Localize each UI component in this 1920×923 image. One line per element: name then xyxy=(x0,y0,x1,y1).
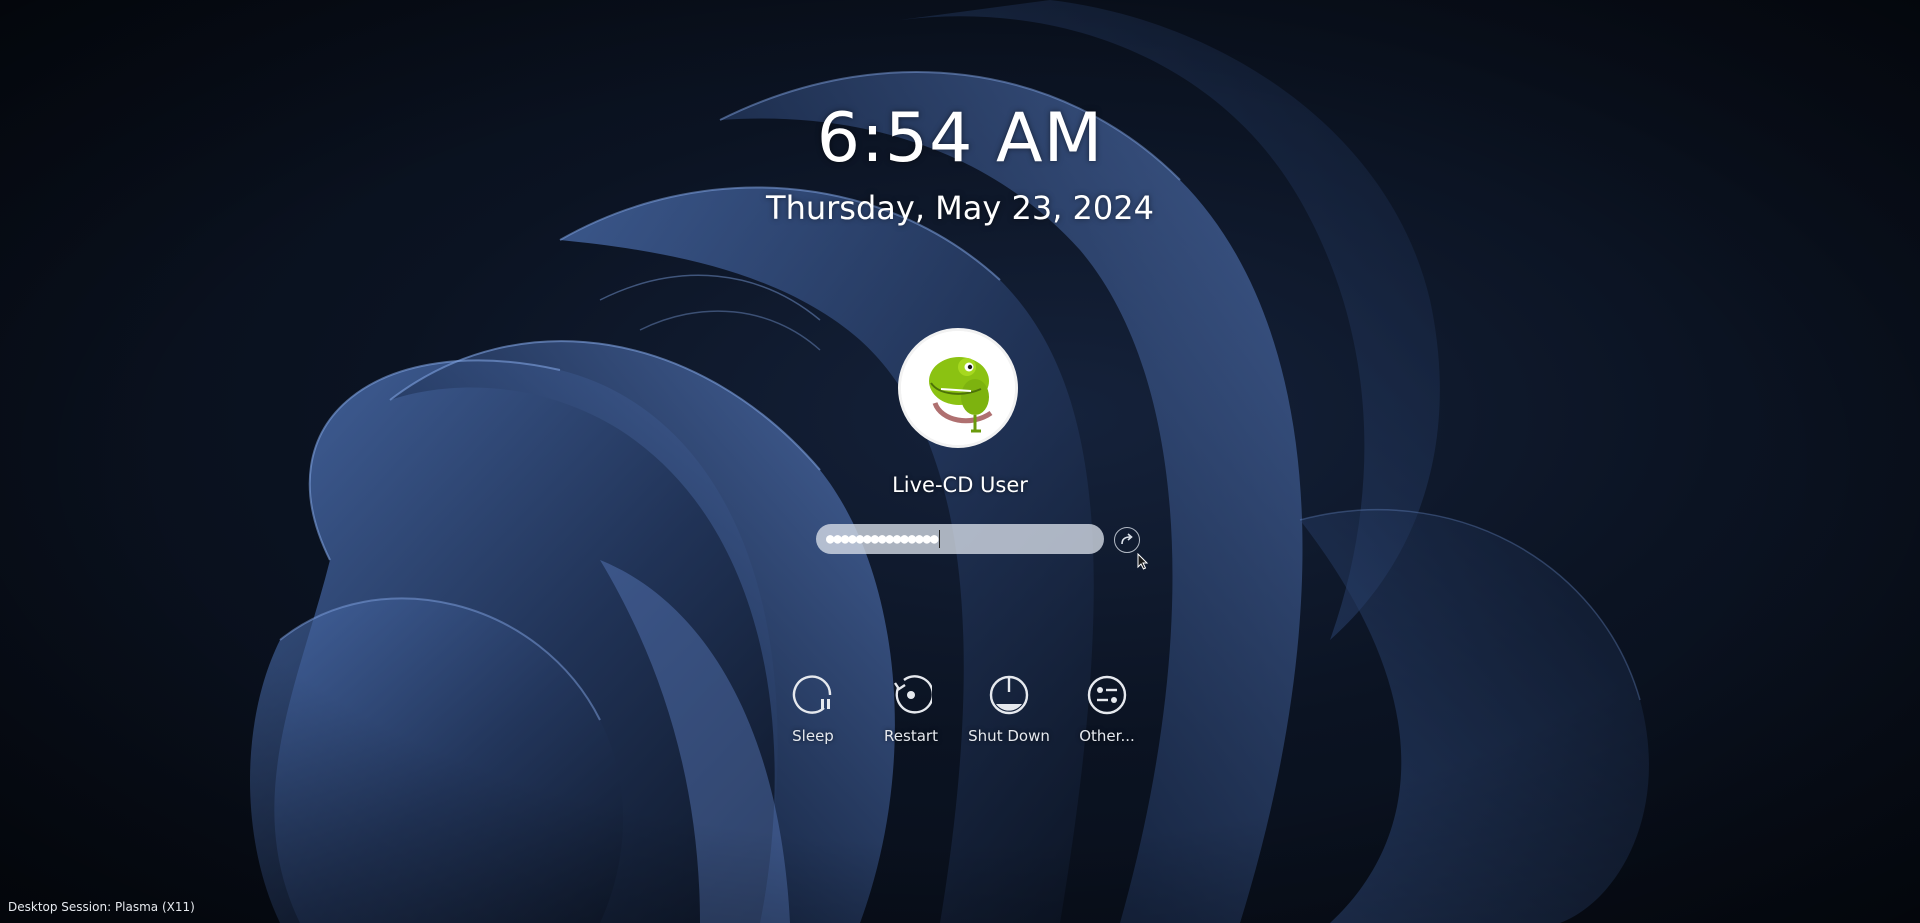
password-masked-value: ●●●●●●●●●●●●●●● xyxy=(826,531,938,547)
restart-button[interactable]: Restart xyxy=(862,674,960,746)
restart-icon xyxy=(894,675,932,714)
sleep-icon xyxy=(792,675,832,714)
user-avatar[interactable] xyxy=(898,328,1018,448)
arrow-right-icon xyxy=(1121,533,1133,545)
restart-label: Restart xyxy=(884,727,938,745)
other-button[interactable]: Other... xyxy=(1058,674,1156,746)
login-button[interactable] xyxy=(1114,527,1140,553)
shutdown-button[interactable]: Shut Down xyxy=(960,674,1058,746)
power-actions: Sleep Restart Shut Down Other... xyxy=(0,674,1920,746)
clock-date: Thursday, May 23, 2024 xyxy=(766,189,1154,227)
sleep-label: Sleep xyxy=(792,727,834,745)
desktop-session-selector[interactable]: Desktop Session: Plasma (X11) xyxy=(8,899,195,915)
other-icon xyxy=(1087,675,1127,715)
password-input[interactable]: ●●●●●●●●●●●●●●● xyxy=(816,524,1104,554)
shutdown-icon xyxy=(989,675,1029,715)
clock-time: 6:54 AM xyxy=(816,99,1104,178)
username: Live-CD User xyxy=(892,473,1028,497)
mouse-cursor-icon xyxy=(1137,553,1149,570)
shutdown-label: Shut Down xyxy=(968,727,1050,745)
chameleon-mascot-icon xyxy=(901,331,1015,445)
text-caret xyxy=(939,530,941,548)
sleep-button[interactable]: Sleep xyxy=(764,674,862,746)
other-label: Other... xyxy=(1079,727,1135,745)
lock-screen: 6:54 AM Thursday, May 23, 2024 Live-CD U… xyxy=(0,0,1920,923)
